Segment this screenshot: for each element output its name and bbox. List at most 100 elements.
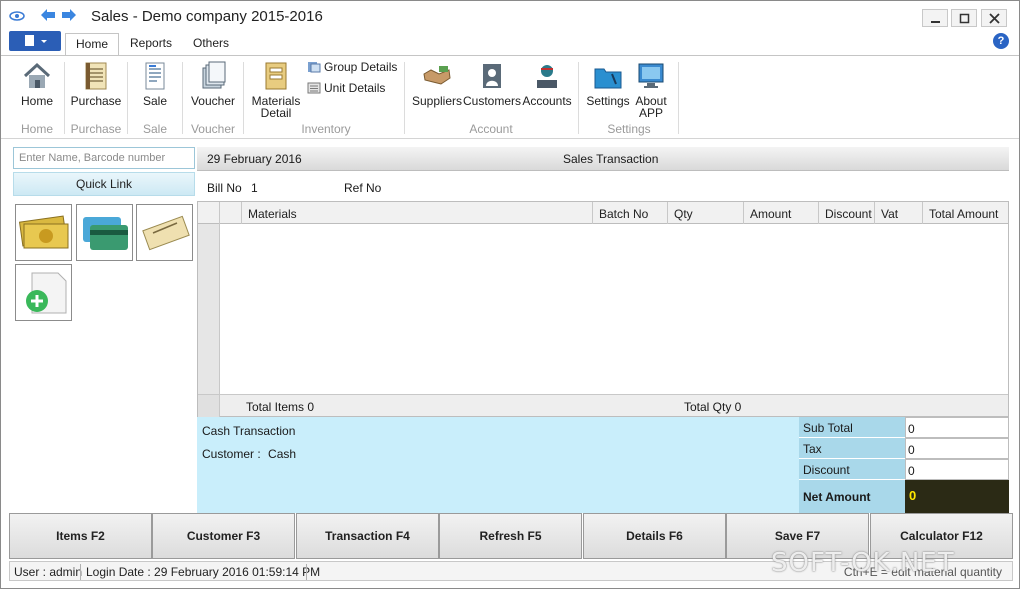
ribbon-separator (678, 62, 679, 134)
tab-home[interactable]: Home (65, 33, 120, 55)
group-label-home: Home (20, 122, 53, 136)
tab-others[interactable]: Others (183, 33, 239, 55)
accounts-button[interactable]: Accounts (521, 60, 573, 108)
minimize-icon (931, 21, 940, 23)
ribbon-panel: Home Home Purchase Purchase Sale Sale Vo… (1, 55, 1019, 139)
group-details-button[interactable]: Group Details (307, 60, 397, 74)
ribbon-separator (243, 62, 244, 134)
details-button[interactable]: Details F6 (583, 513, 726, 559)
grid-corner-cell (198, 202, 220, 224)
title-bar: Sales - Demo company 2015-2016 (1, 1, 1019, 31)
quick-link-card[interactable] (76, 204, 133, 261)
quick-link-cash[interactable] (15, 204, 72, 261)
column-qty[interactable]: Qty (668, 202, 744, 224)
about-app-button[interactable]: About APP (631, 60, 671, 119)
transaction-type: Cash Transaction (202, 424, 296, 438)
column-materials[interactable]: Materials (242, 202, 593, 224)
bill-no-label: Bill No (207, 181, 242, 195)
column-batch-no[interactable]: Batch No (593, 202, 668, 224)
discount-value[interactable]: 0 (905, 459, 1009, 480)
ribbon-separator (182, 62, 183, 134)
close-button[interactable] (981, 9, 1007, 27)
materials-grid[interactable]: Materials Batch No Qty Amount Discount V… (197, 201, 1009, 417)
items-button[interactable]: Items F2 (9, 513, 152, 559)
grid-footer-corner (198, 395, 220, 417)
quick-link-header: Quick Link (13, 172, 195, 196)
search-input[interactable] (13, 147, 195, 169)
ref-no-label: Ref No (344, 181, 382, 195)
ribbon-separator (404, 62, 405, 134)
materials-detail-button[interactable]: Materials Detail (251, 60, 301, 119)
ribbon-separator (578, 62, 579, 134)
group-label-purchase: Purchase (70, 122, 122, 136)
purchase-button[interactable]: Purchase (69, 60, 123, 108)
sub-total-label: Sub Total (799, 417, 905, 438)
tab-reports[interactable]: Reports (120, 33, 182, 55)
materials-binder-icon (265, 62, 287, 90)
grid-row-header (198, 224, 220, 394)
back-arrow-icon[interactable] (39, 7, 57, 23)
document-icon (25, 35, 47, 46)
voucher-stack-icon (202, 61, 226, 89)
column-total-amount[interactable]: Total Amount (923, 202, 1008, 224)
group-details-icon (308, 62, 321, 73)
customer-person-icon (483, 64, 501, 88)
group-label-sale: Sale (142, 122, 168, 136)
column-vat[interactable]: Vat (875, 202, 923, 224)
tax-label: Tax (799, 438, 905, 459)
close-icon (989, 13, 1000, 24)
cash-money-icon (18, 215, 69, 249)
total-items: Total Items 0 (246, 400, 315, 414)
discount-label: Discount (799, 459, 905, 480)
accounts-worker-icon (537, 65, 557, 88)
unit-details-icon (307, 82, 321, 94)
total-qty: Total Qty 0 (684, 400, 742, 414)
voucher-button[interactable]: Voucher (189, 60, 237, 108)
grid-select-column[interactable] (220, 202, 242, 224)
transaction-header: 29 February 2016 Sales Transaction (197, 147, 1009, 171)
group-label-inventory: Inventory (301, 122, 351, 136)
quick-link-add[interactable] (15, 264, 72, 321)
column-discount[interactable]: Discount (819, 202, 875, 224)
transaction-button[interactable]: Transaction F4 (296, 513, 439, 559)
application-menu-button[interactable] (9, 31, 61, 51)
transaction-info-panel: Cash Transaction Customer : Cash (197, 417, 799, 513)
minimize-button[interactable] (922, 9, 948, 27)
net-amount-value: 0 (905, 480, 1009, 513)
help-icon[interactable]: ? (993, 33, 1009, 49)
cheque-icon (142, 215, 190, 251)
customers-button[interactable]: Customers (463, 60, 521, 108)
group-label-voucher: Voucher (190, 122, 236, 136)
ledger-icon (85, 62, 107, 90)
credit-card-icon (83, 217, 128, 250)
status-user: User : admin (14, 565, 83, 579)
grid-footer: Total Items 0 Total Qty 0 (198, 394, 1008, 417)
suppliers-button[interactable]: Suppliers (411, 60, 463, 108)
settings-button[interactable]: Settings (585, 60, 631, 108)
home-button[interactable]: Home (17, 60, 57, 108)
customer-button[interactable]: Customer F3 (152, 513, 295, 559)
refresh-button[interactable]: Refresh F5 (439, 513, 582, 559)
receipt-icon (145, 62, 165, 90)
sales-window: Sales - Demo company 2015-2016 Home Repo… (0, 0, 1020, 589)
bill-no-value[interactable]: 1 (251, 181, 258, 195)
net-amount-label: Net Amount (799, 480, 905, 513)
maximize-button[interactable] (951, 9, 977, 27)
maximize-icon (959, 13, 970, 24)
ribbon-separator (64, 62, 65, 134)
group-label-settings: Settings (607, 122, 651, 136)
bill-row: Bill No 1 Ref No (207, 181, 381, 195)
ribbon-tab-bar: Home Reports Others ? (1, 31, 1019, 55)
house-icon (23, 62, 51, 88)
status-separator (306, 564, 307, 580)
sale-button[interactable]: Sale (135, 60, 175, 108)
quick-link-cheque[interactable] (136, 204, 193, 261)
transaction-title: Sales Transaction (563, 152, 659, 166)
handshake-icon (423, 66, 451, 85)
unit-details-button[interactable]: Unit Details (307, 81, 385, 95)
customer-value[interactable]: Cash (268, 447, 296, 461)
add-document-icon (26, 272, 67, 314)
app-eye-icon[interactable] (9, 9, 25, 23)
column-amount[interactable]: Amount (744, 202, 819, 224)
forward-arrow-icon[interactable] (60, 7, 78, 23)
